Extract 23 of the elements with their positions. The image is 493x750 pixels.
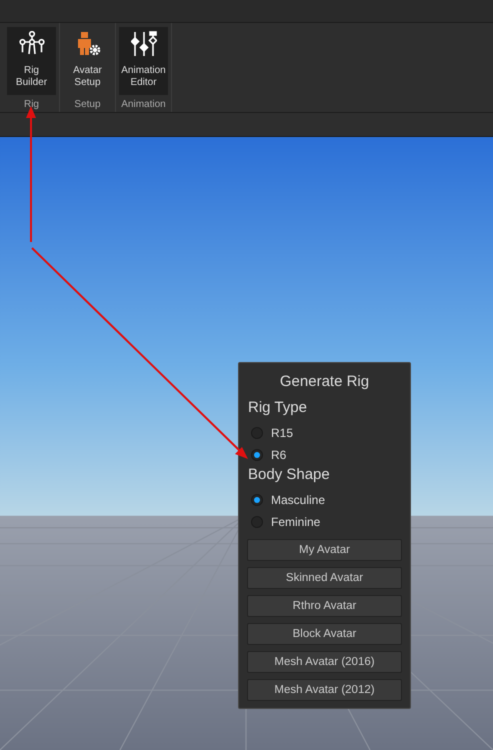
radio-label[interactable]: Feminine [271,515,320,529]
avatar-button[interactable]: Mesh Avatar (2016) [247,651,402,673]
rig-skeleton-icon [18,31,44,57]
avatar-button[interactable]: Block Avatar [247,623,402,645]
rig-tool-button[interactable]: Rig Builder [7,27,56,95]
animation-tool-button[interactable]: Animation Editor [119,27,168,95]
section-heading: Body Shape [248,466,331,483]
avatar-button[interactable]: Rthro Avatar [247,595,402,617]
ribbon-group-label: Animation [121,99,166,110]
radio-label[interactable]: R15 [271,426,294,440]
avatar-button[interactable]: Skinned Avatar [247,567,402,589]
radio-button[interactable] [251,494,263,506]
avatar-button[interactable]: Mesh Avatar (2012) [247,679,402,701]
radio-label[interactable]: R6 [271,448,286,462]
radio-label[interactable]: Masculine [271,493,326,507]
avatar-tool-button[interactable]: Avatar Setup [63,27,112,95]
ribbon-group-label: Rig [24,99,39,110]
avatar-button[interactable]: My Avatar [247,539,402,561]
radio-button[interactable] [251,449,263,461]
section-heading: Rig Type [248,399,308,416]
keyframe-sliders-icon [130,31,156,57]
ribbon-group-label: Setup [74,99,101,110]
panel-title: Generate Rig [280,373,370,390]
